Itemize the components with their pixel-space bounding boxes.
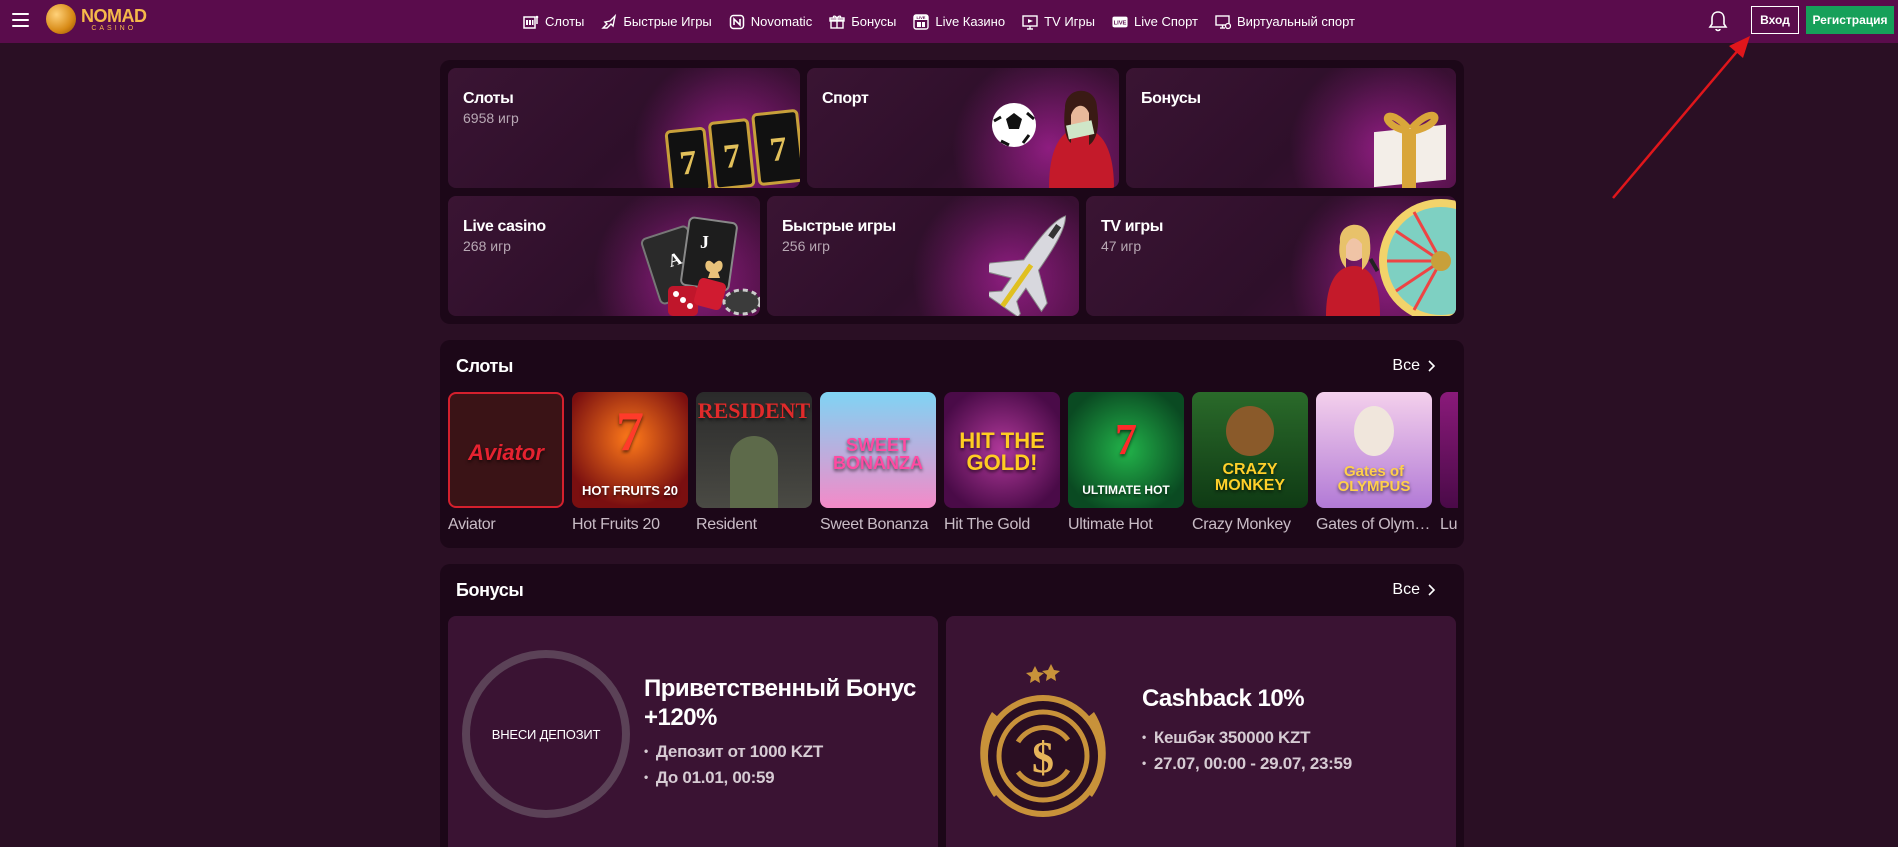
main-nav: Слоты Быстрые Игры Novomatic Бонусы LIVE… — [523, 0, 1355, 43]
register-button[interactable]: Регистрация — [1806, 6, 1894, 34]
bonuses-panel: Бонусы Все ВНЕСИ ДЕПОЗИТ Приветственный … — [440, 564, 1464, 847]
cashback-detail: 27.07, 00:00 - 29.07, 23:59 — [1142, 754, 1352, 774]
category-card-slots[interactable]: Слоты 6958 игр 7 7 7 — [448, 68, 800, 188]
chevron-right-icon — [1428, 360, 1436, 372]
logo-sub-text: CASINO — [91, 24, 137, 32]
novomatic-icon — [729, 14, 745, 30]
login-button[interactable]: Вход — [1751, 6, 1799, 34]
game-tile-resident[interactable]: RESIDENT Resident — [696, 392, 814, 534]
nav-item-fast-games[interactable]: Быстрые Игры — [601, 13, 712, 30]
dollar-medal-icon: $ — [980, 664, 1106, 817]
bonuses-section-title: Бонусы — [456, 580, 524, 600]
annotation-arrow-icon — [1612, 36, 1750, 199]
game-tile-crazy-monkey[interactable]: CRAZY MONKEY Crazy Monkey — [1192, 392, 1310, 534]
live-badge-icon: LIVE — [1112, 14, 1128, 30]
nav-item-novomatic[interactable]: Novomatic — [729, 14, 812, 30]
game-tile-lucky[interactable]: Lucky — [1440, 392, 1458, 534]
cashback-detail: Кешбэк 350000 KZT — [1142, 728, 1311, 748]
bonus-card-welcome[interactable]: ВНЕСИ ДЕПОЗИТ Приветственный Бонус +120%… — [448, 616, 938, 847]
category-card-live-casino[interactable]: Live casino 268 игр A J — [448, 196, 760, 316]
svg-text:$: $ — [1032, 733, 1054, 782]
game-tile-hit-the-gold[interactable]: HIT THE GOLD! Hit The Gold — [944, 392, 1062, 534]
nav-item-bonuses[interactable]: Бонусы — [829, 14, 896, 30]
logo[interactable]: NOMAD CASINO — [46, 4, 147, 34]
slots-panel: Слоты Все Aviator Aviator 7 HOT FRUITS 2… — [440, 340, 1464, 548]
game-tile-ultimate-hot[interactable]: 7 ULTIMATE HOT Ultimate Hot — [1068, 392, 1186, 534]
bell-icon[interactable] — [1708, 10, 1728, 32]
live-cards-icon: LIVE — [913, 13, 930, 30]
monitor-icon — [1215, 14, 1232, 30]
bonus-card-cashback[interactable]: $ Cashback 10% Кешбэк 350000 KZT 27.07, … — [946, 616, 1456, 847]
menu-icon[interactable] — [12, 13, 29, 27]
category-card-tv-games[interactable]: TV игры 47 игр — [1086, 196, 1456, 316]
nav-item-tv-games[interactable]: TV Игры — [1022, 14, 1095, 30]
gift-box-icon — [1374, 111, 1446, 188]
nav-item-live-casino[interactable]: LIVE Live Казино — [913, 13, 1005, 30]
nav-item-slots[interactable]: Слоты — [523, 14, 584, 30]
bonuses-see-all-link[interactable]: Все — [1392, 581, 1436, 599]
bonus-detail: До 01.01, 00:59 — [644, 768, 775, 788]
slots-section-title: Слоты — [456, 356, 513, 376]
nav-item-virtual-sport[interactable]: Виртуальный спорт — [1215, 14, 1355, 30]
game-tile-hot-fruits-20[interactable]: 7 HOT FRUITS 20 Hot Fruits 20 — [572, 392, 690, 534]
slot-machine-icon — [523, 14, 539, 30]
cashback-title: Cashback 10% — [1142, 685, 1305, 712]
chevron-right-icon — [1428, 584, 1436, 596]
tv-icon — [1022, 14, 1038, 30]
game-tile-sweet-bonanza[interactable]: SWEET BONANZA Sweet Bonanza — [820, 392, 938, 534]
category-card-fast-games[interactable]: Быстрые игры 256 игр — [767, 196, 1079, 316]
sport-promo-icon — [992, 90, 1114, 188]
game-tile-aviator[interactable]: Aviator Aviator — [448, 392, 566, 534]
cards-dice-icon: A J — [640, 216, 760, 316]
deposit-ring[interactable]: ВНЕСИ ДЕПОЗИТ — [462, 650, 630, 818]
logo-main-text: NOMAD — [81, 5, 147, 26]
wheel-host-icon — [1326, 199, 1456, 316]
slots-see-all-link[interactable]: Все — [1392, 357, 1436, 375]
jet-icon — [601, 13, 617, 30]
bonus-title: Приветственный Бонус +120% — [644, 675, 916, 731]
gift-icon — [829, 14, 845, 30]
svg-text:LIVE: LIVE — [1114, 20, 1127, 26]
jet-plane-icon — [989, 215, 1067, 316]
category-card-sport[interactable]: Спорт — [807, 68, 1119, 188]
triple-seven-icon: 7 7 7 — [664, 109, 800, 188]
nav-item-live-sport[interactable]: LIVE Live Спорт — [1112, 14, 1198, 30]
bonus-detail: Депозит от 1000 KZT — [644, 742, 823, 762]
slots-carousel: Aviator Aviator 7 HOT FRUITS 20 Hot Frui… — [448, 392, 1458, 542]
categories-panel: Слоты 6958 игр 7 7 7 Спорт Бонусы Live c… — [440, 60, 1464, 324]
top-header: NOMAD CASINO Слоты Быстрые Игры Novomati… — [0, 0, 1898, 43]
svg-text:J: J — [700, 232, 709, 252]
category-card-bonuses[interactable]: Бонусы — [1126, 68, 1456, 188]
svg-text:LIVE: LIVE — [917, 15, 926, 20]
logo-ball-icon — [46, 4, 76, 34]
game-tile-gates-of-olympus[interactable]: Gates of OLYMPUS Gates of Olympus — [1316, 392, 1434, 534]
